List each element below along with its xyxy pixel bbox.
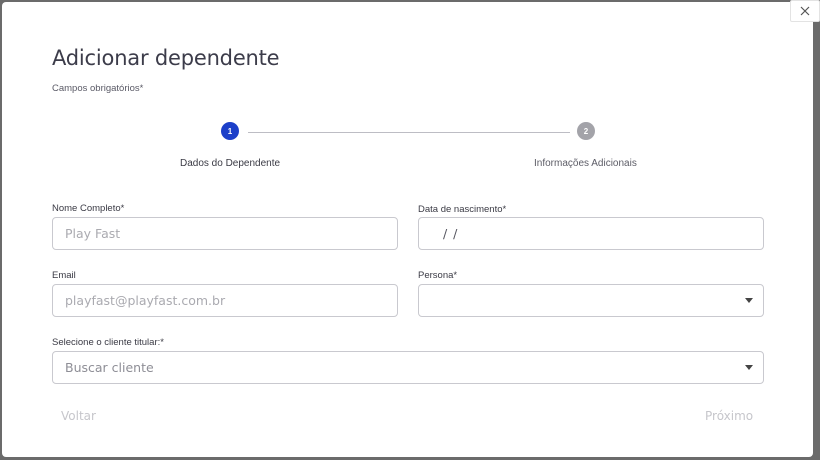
- client-search-select[interactable]: Buscar cliente: [52, 351, 764, 384]
- full-name-input[interactable]: Play Fast: [52, 217, 398, 250]
- email-label: Email: [52, 270, 76, 281]
- step-1-indicator[interactable]: 1: [221, 122, 239, 140]
- chevron-down-icon[interactable]: [745, 298, 753, 303]
- back-button[interactable]: Voltar: [61, 409, 96, 423]
- birth-date-label: Data de nascimento*: [418, 204, 507, 215]
- client-search-placeholder: Buscar cliente: [65, 360, 154, 375]
- stepper-connector: [248, 132, 570, 133]
- close-button[interactable]: [790, 0, 820, 22]
- close-icon: [800, 6, 810, 16]
- client-label: Selecione o cliente titular:*: [52, 337, 164, 348]
- add-dependent-modal: Adicionar dependente Campos obrigatórios…: [2, 2, 813, 457]
- step-1-label: Dados do Dependente: [180, 158, 281, 169]
- chevron-down-icon[interactable]: [745, 365, 753, 370]
- required-fields-note: Campos obrigatórios*: [52, 83, 144, 94]
- step-2-label: Informações Adicionais: [534, 158, 637, 169]
- step-2-indicator[interactable]: 2: [577, 122, 595, 140]
- modal-title: Adicionar dependente: [52, 46, 280, 70]
- full-name-label: Nome Completo*: [52, 203, 125, 214]
- persona-label: Persona*: [418, 270, 458, 281]
- email-input[interactable]: playfast@playfast.com.br: [52, 284, 398, 317]
- persona-select[interactable]: [418, 284, 764, 317]
- next-button[interactable]: Próximo: [705, 409, 753, 423]
- birth-date-input[interactable]: / /: [418, 217, 764, 250]
